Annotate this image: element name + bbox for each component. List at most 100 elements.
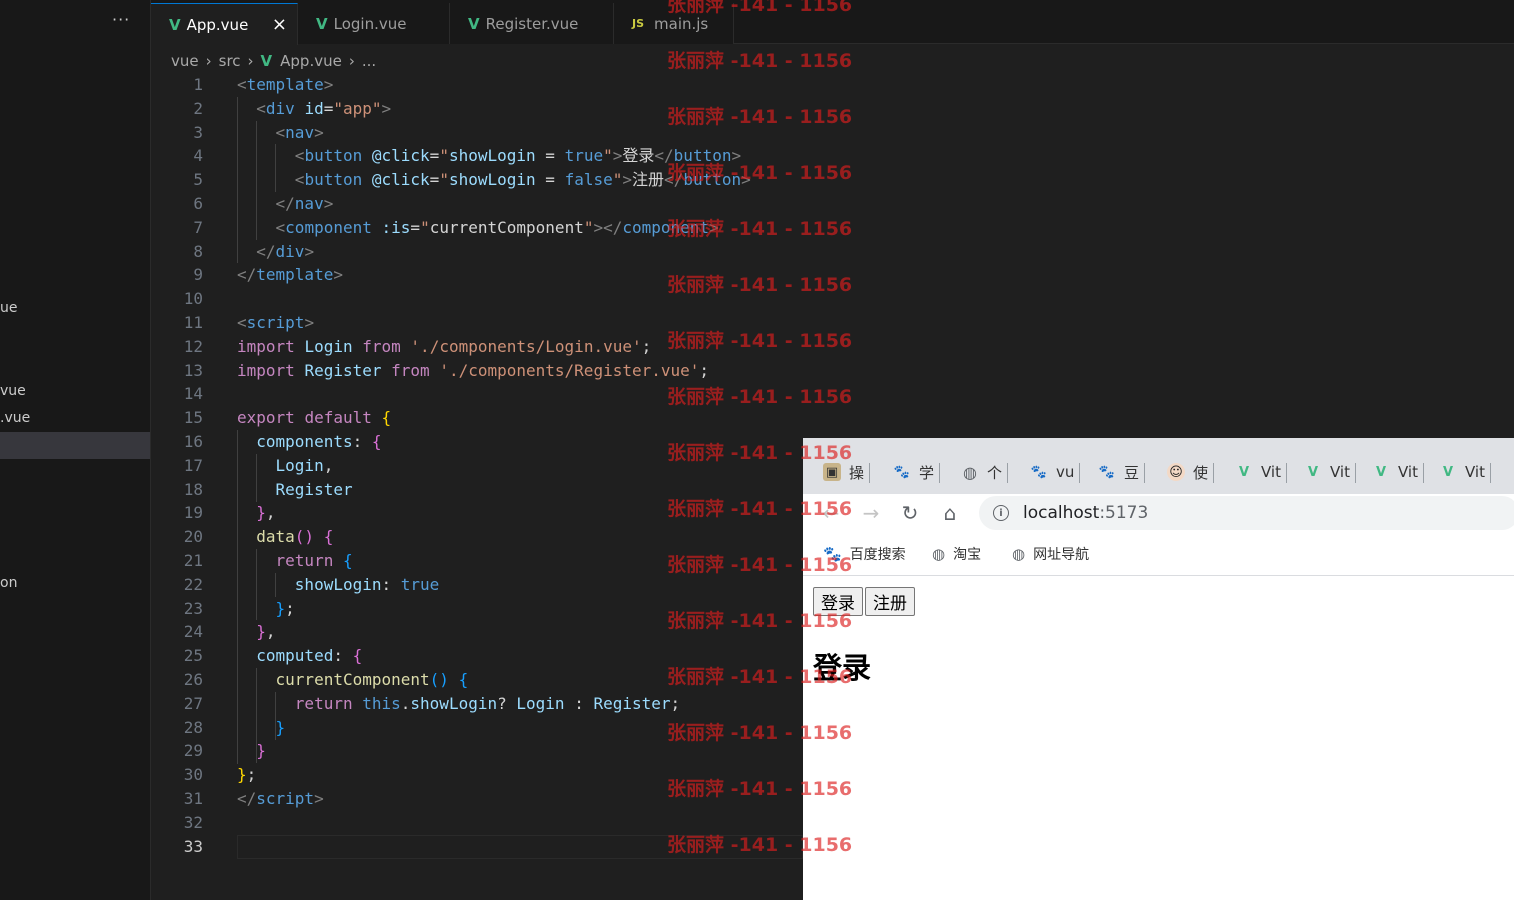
code-line: </nav>	[275, 194, 334, 213]
browser-tab[interactable]: ☺ 使	[1167, 460, 1215, 484]
watermark-text: 张丽萍 -141 - 1156	[667, 50, 853, 72]
browser-tab[interactable]: 🐾 vu	[1030, 460, 1081, 484]
js-icon: JS	[632, 17, 645, 30]
browser-tab[interactable]: 🐾 豆	[1098, 460, 1146, 484]
vue-icon: V	[1238, 464, 1250, 480]
code-line: }	[275, 717, 286, 737]
code-line: },	[256, 622, 276, 642]
breadcrumb-item[interactable]: ...	[362, 52, 376, 70]
vue-icon: V	[1307, 464, 1319, 480]
code-line: </script>	[237, 789, 324, 808]
forward-arrow-icon[interactable]: →	[859, 501, 883, 525]
code-line: };	[237, 765, 257, 785]
code-line: import Login from './components/Login.vu…	[237, 336, 652, 356]
chevron-right-icon: ›	[205, 52, 212, 70]
breadcrumb: vue › src › V App.vue › ...	[171, 51, 376, 71]
bookmark-item[interactable]: ◍ 淘宝	[932, 544, 981, 564]
bookmark-item[interactable]: ◍ 网址导航	[1012, 544, 1089, 564]
breadcrumb-item[interactable]: App.vue	[280, 52, 342, 70]
more-actions-icon[interactable]: ···	[112, 10, 130, 29]
tab-main-js[interactable]: JS main.js	[614, 3, 734, 44]
code-line: },	[256, 503, 276, 523]
code-line: showLogin: true	[294, 574, 440, 594]
explorer-file-item[interactable]: .vue	[0, 410, 30, 426]
page-heading: 登录	[813, 651, 872, 685]
baidu-icon: 🐾	[1030, 464, 1048, 480]
browser-tab-label: 操	[849, 463, 865, 482]
tab-login-vue[interactable]: V Login.vue	[298, 3, 450, 44]
bookmark-label: 网址导航	[1033, 547, 1090, 563]
browser-toolbar: ← → ↻ ⌂ i localhost:5173	[803, 494, 1514, 534]
browser-tab-label: Vit	[1465, 463, 1485, 481]
browser-tab[interactable]: V Vit	[1304, 460, 1356, 484]
code-line: Register	[275, 479, 353, 499]
tab-label: Login.vue	[333, 14, 407, 33]
explorer-file-item[interactable]: vue	[0, 383, 26, 399]
browser-tab-label: Vit	[1398, 463, 1418, 481]
vue-icon: V	[260, 52, 273, 70]
code-line: import Register from './components/Regis…	[237, 360, 710, 380]
explorer-file-item[interactable]: on	[0, 575, 17, 591]
code-line: <nav>	[275, 122, 324, 142]
browser-tab[interactable]: V Vit	[1372, 460, 1424, 484]
tab-label: main.js	[654, 14, 709, 33]
browser-tab-label: 学	[919, 463, 935, 482]
tab-label: App.vue	[186, 15, 249, 34]
browser-tab[interactable]: V Vit	[1439, 460, 1491, 484]
reload-icon[interactable]: ↻	[898, 501, 922, 525]
code-line: data() {	[256, 527, 334, 547]
globe-icon: ◍	[932, 545, 946, 563]
browser-window: ▣ 操 🐾 学 ◍ 个 🐾 vu 🐾 豆 ☺ 使 V Vit V Vit V Vit V Vit ←…	[803, 438, 1514, 900]
code-line: }	[256, 741, 266, 761]
vue-icon: V	[1442, 464, 1454, 480]
breadcrumb-item[interactable]: src	[219, 52, 241, 70]
baidu-icon: 🐾	[893, 464, 911, 480]
breadcrumb-item[interactable]: vue	[171, 52, 199, 70]
code-line: return {	[275, 551, 353, 570]
register-button[interactable]: 注册	[865, 587, 915, 616]
chevron-right-icon: ›	[348, 52, 355, 70]
browser-tab-label: vu	[1056, 463, 1075, 481]
bookmarks-bar: 🐾 百度搜索 ◍ 淘宝 ◍ 网址导航	[803, 534, 1514, 576]
line-number: 33	[183, 836, 203, 856]
vue-icon: V	[316, 14, 328, 33]
bookmark-item[interactable]: 🐾 百度搜索	[823, 544, 906, 564]
browser-tab[interactable]: 🐾 学	[893, 460, 941, 484]
login-button[interactable]: 登录	[813, 587, 863, 616]
tab-app-vue[interactable]: V App.vue ×	[151, 3, 298, 45]
code-line: <component :is="currentComponent"></comp…	[275, 217, 719, 237]
code-line: export default {	[237, 408, 392, 428]
explorer-sidebar: ··· ue vue .vue on	[0, 0, 151, 900]
home-icon[interactable]: ⌂	[938, 501, 962, 525]
site-info-icon[interactable]: i	[993, 505, 1009, 521]
browser-tab-label: Vit	[1261, 463, 1281, 481]
back-arrow-icon[interactable]: ←	[819, 501, 843, 525]
vue-icon: V	[1375, 464, 1387, 480]
vue-icon: V	[468, 14, 480, 33]
code-line: currentComponent() {	[275, 670, 469, 689]
baidu-icon: 🐾	[823, 545, 842, 563]
code-line: </div>	[256, 241, 315, 261]
code-line: <script>	[237, 313, 315, 332]
browser-tab[interactable]: ▣ 操	[823, 460, 871, 484]
tab-label: Register.vue	[485, 14, 579, 33]
code-editor[interactable]: 1 2 3 4 5 6 7 8 9 10 11 12 13 14 15 16 17 18 19 20 21 22 23 24 2…	[151, 73, 803, 900]
explorer-file-item[interactable]: ue	[0, 300, 18, 316]
close-icon[interactable]: ×	[272, 14, 287, 35]
code-line: </template>	[237, 265, 343, 285]
browser-tab[interactable]: ◍ 个	[961, 460, 1009, 484]
code-line: <button @click="showLogin = true">登录</bu…	[294, 146, 742, 166]
baidu-icon: 🐾	[1098, 464, 1116, 480]
address-bar[interactable]: i localhost:5173	[979, 496, 1514, 530]
code-line: computed: {	[256, 646, 363, 666]
browser-tab-strip: ▣ 操 🐾 学 ◍ 个 🐾 vu 🐾 豆 ☺ 使 V Vit V Vit V Vit V Vit	[803, 438, 1514, 494]
globe-icon: ◍	[963, 462, 977, 482]
browser-tab[interactable]: V Vit	[1235, 460, 1287, 484]
code-line: <button @click="showLogin = false">注册</b…	[294, 170, 751, 190]
explorer-selected-item[interactable]	[0, 432, 150, 459]
chevron-right-icon: ›	[247, 52, 254, 70]
vue-icon: V	[169, 15, 181, 34]
globe-icon: ◍	[1012, 545, 1026, 563]
image-icon: ▣	[823, 463, 841, 481]
tab-register-vue[interactable]: V Register.vue	[450, 3, 614, 44]
